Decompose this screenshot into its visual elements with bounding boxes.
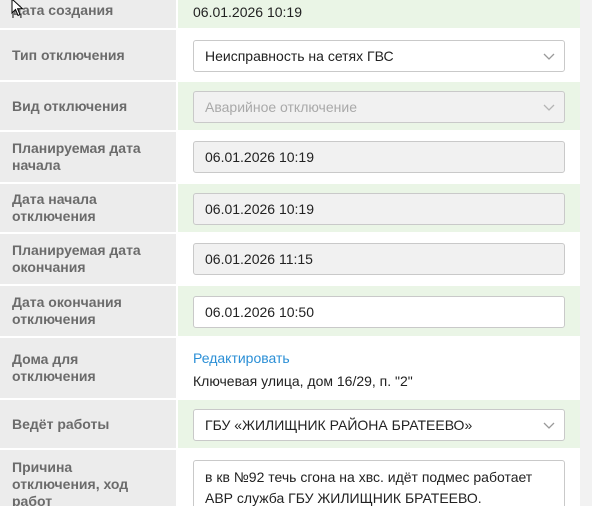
label-reason: Причина отключения, ход работ	[0, 450, 176, 506]
reason-textarea[interactable]: в кв №92 течь сгона на хвс. идёт подмес …	[193, 460, 565, 506]
label-contractor: Ведёт работы	[0, 400, 176, 448]
value-cell-houses: Редактировать Ключевая улица, дом 16/29,…	[178, 338, 580, 398]
label-planned-start: Планируемая дата начала	[0, 132, 176, 182]
label-houses: Дома для отключения	[0, 338, 176, 398]
row-reason: Причина отключения, ход работ в кв №92 т…	[0, 450, 580, 506]
value-cell-contractor: ГБУ «ЖИЛИЩНИК РАЙОНА БРАТЕЕВО»	[178, 400, 580, 448]
value-cell-end: 06.01.2026 10:50	[178, 286, 580, 336]
chevron-down-icon	[543, 104, 555, 111]
row-start: Дата начала отключения 06.01.2026 10:19	[0, 184, 580, 234]
scrollbar[interactable]	[580, 0, 592, 506]
label-created: Дата создания	[0, 0, 176, 28]
created-date: 06.01.2026 10:19	[193, 4, 302, 20]
value-cell-created: 06.01.2026 10:19	[178, 0, 580, 28]
row-outage-type: Тип отключения Неисправность на сетях ГВ…	[0, 30, 580, 82]
row-outage-kind: Вид отключения Аварийное отключение	[0, 82, 580, 132]
start-date-field[interactable]: 06.01.2026 10:19	[193, 193, 565, 225]
chevron-down-icon	[543, 53, 555, 60]
value-cell-outage-type: Неисправность на сетях ГВС	[178, 30, 580, 80]
value-cell-outage-kind: Аварийное отключение	[178, 82, 580, 130]
row-planned-start: Планируемая дата начала 06.01.2026 10:19	[0, 132, 580, 184]
row-contractor: Ведёт работы ГБУ «ЖИЛИЩНИК РАЙОНА БРАТЕЕ…	[0, 400, 580, 450]
house-address: Ключевая улица, дом 16/29, п. "2"	[193, 373, 413, 389]
label-planned-end: Планируемая дата окончания	[0, 234, 176, 284]
row-end: Дата окончания отключения 06.01.2026 10:…	[0, 286, 580, 338]
value-cell-planned-start: 06.01.2026 10:19	[178, 132, 580, 182]
mouse-cursor-icon	[11, 0, 24, 17]
row-created: Дата создания 06.01.2026 10:19	[0, 0, 580, 30]
row-planned-end: Планируемая дата окончания 06.01.2026 11…	[0, 234, 580, 286]
end-date-field[interactable]: 06.01.2026 10:50	[193, 296, 565, 328]
value-cell-start: 06.01.2026 10:19	[178, 184, 580, 232]
row-houses: Дома для отключения Редактировать Ключев…	[0, 338, 580, 400]
value-cell-planned-end: 06.01.2026 11:15	[178, 234, 580, 284]
label-outage-type: Тип отключения	[0, 30, 176, 80]
planned-start-field[interactable]: 06.01.2026 10:19	[193, 141, 565, 173]
outage-kind-select: Аварийное отключение	[193, 91, 565, 123]
planned-end-field[interactable]: 06.01.2026 11:15	[193, 243, 565, 275]
edit-houses-link[interactable]: Редактировать	[193, 350, 290, 366]
outage-type-select[interactable]: Неисправность на сетях ГВС	[193, 40, 565, 72]
chevron-down-icon	[543, 422, 555, 429]
label-outage-kind: Вид отключения	[0, 82, 176, 130]
value-cell-reason: в кв №92 течь сгона на хвс. идёт подмес …	[178, 450, 580, 506]
label-end: Дата окончания отключения	[0, 286, 176, 336]
label-start: Дата начала отключения	[0, 184, 176, 232]
contractor-select[interactable]: ГБУ «ЖИЛИЩНИК РАЙОНА БРАТЕЕВО»	[193, 409, 565, 441]
